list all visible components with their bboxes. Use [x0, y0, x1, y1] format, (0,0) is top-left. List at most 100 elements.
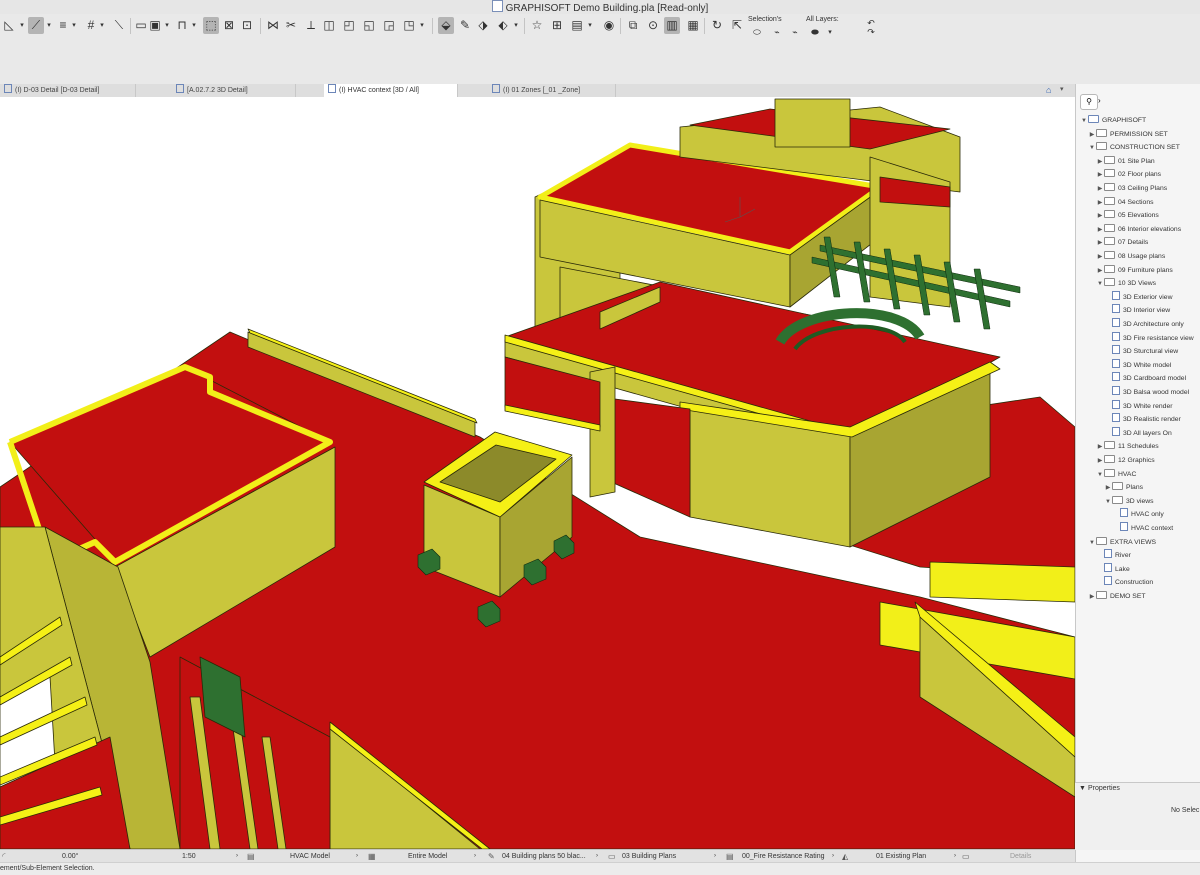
navigator-item-hvac[interactable]: ▼ HVAC [1096, 468, 1136, 481]
navigator-item-06-interior-elevations[interactable]: ▶ 06 Interior elevations [1096, 223, 1181, 236]
expand-right-icon[interactable]: ▶ [1096, 169, 1104, 182]
chevron-down-icon[interactable]: ▾ [70, 17, 78, 34]
tab-3d-detail[interactable]: [A.02.7.2 3D Detail] [172, 84, 296, 97]
chevron-down-icon[interactable]: ▾ [45, 17, 53, 34]
expand-down-icon[interactable]: ▼ [1104, 496, 1112, 509]
section-icon[interactable]: ▦ [686, 17, 700, 34]
view-map-icon[interactable]: ⊞ [550, 17, 564, 34]
guide-lines-icon[interactable]: ⟋ [28, 17, 44, 34]
favorites-icon[interactable]: ☆ [530, 17, 544, 34]
tab-01-zones[interactable]: (I) 01 Zones [_01 _Zone] [488, 84, 616, 97]
navigator-item-3d-views[interactable]: ▼ 3D views [1104, 495, 1154, 508]
navigator-item-river[interactable]: River [1096, 549, 1131, 562]
navigator-item-3d-balsa-wood-model[interactable]: 3D Balsa wood model [1104, 386, 1189, 399]
chevron-right-icon[interactable]: › [1098, 94, 1101, 108]
tab-d03-detail[interactable]: (I) D-03 Detail [D-03 Detail] [0, 84, 136, 97]
orbit-icon[interactable]: ↻ [710, 17, 724, 34]
navigator-item-construction-set[interactable]: ▼ CONSTRUCTION SET [1088, 141, 1180, 154]
project-map-icon[interactable]: ⚲ [1080, 94, 1098, 110]
expand-right-icon[interactable]: ▶ [1104, 482, 1112, 495]
expand-right-icon[interactable]: ▶ [1096, 237, 1104, 250]
navigator-item-3d-cardboard-model[interactable]: 3D Cardboard model [1104, 372, 1186, 385]
navigator-item-construction[interactable]: Construction [1096, 576, 1153, 589]
navigator-item-3d-interior-view[interactable]: 3D Interior view [1104, 304, 1170, 317]
selection-shape-icon[interactable]: ⬭ [750, 24, 764, 41]
navigator-item-hvac-context[interactable]: HVAC context [1112, 522, 1173, 535]
selection-cut-icon[interactable]: ⌁ [770, 24, 784, 41]
navigator-item-03-ceiling-plans[interactable]: ▶ 03 Ceiling Plans [1096, 182, 1167, 195]
navigator-item-10-3d-views[interactable]: ▼ 10 3D Views [1096, 277, 1156, 290]
chevron-down-icon[interactable]: ▾ [826, 24, 834, 41]
intersect-icon[interactable]: ⟂ [304, 17, 318, 34]
expand-down-icon[interactable]: ▼ [1080, 115, 1088, 128]
chevron-down-icon[interactable]: ▾ [18, 17, 26, 34]
navigator-item-graphisoft[interactable]: ▼ GRAPHISOFT [1080, 114, 1146, 127]
properties-toggle-icon[interactable]: ▼ [1079, 785, 1086, 792]
navigator-item-extra-views[interactable]: ▼ EXTRA VIEWS [1088, 536, 1156, 549]
navigator-item-hvac-only[interactable]: HVAC only [1112, 508, 1164, 521]
explore-icon[interactable]: ⇱ [730, 17, 744, 34]
fillet-icon[interactable]: ◰ [342, 17, 356, 34]
chevron-down-icon[interactable]: ▾ [190, 17, 198, 34]
ruler-icon[interactable]: ⟍ [112, 17, 126, 34]
pick-up-icon[interactable]: ✎ [458, 17, 472, 34]
chevron-down-icon[interactable]: ▾ [418, 17, 426, 34]
navigator-item-3d-realistic-render[interactable]: 3D Realistic render [1104, 413, 1181, 426]
transfer-icon[interactable]: ⬖ [496, 17, 510, 34]
grid-icon[interactable]: # [84, 17, 98, 34]
chevron-down-icon[interactable]: ▾ [1060, 85, 1064, 93]
navigator-item-lake[interactable]: Lake [1096, 562, 1130, 576]
solid-operations-icon[interactable]: ⬙ [438, 17, 454, 34]
chevron-down-icon[interactable]: ▾ [163, 17, 171, 34]
3d-model-viewport[interactable] [0, 97, 1075, 849]
expand-down-icon[interactable]: ▼ [1088, 537, 1096, 550]
navigator-item-3d-sturctural-view[interactable]: 3D Sturctural view [1104, 345, 1178, 358]
expand-right-icon[interactable]: ▶ [1096, 210, 1104, 223]
globe-icon[interactable]: ◉ [602, 17, 616, 34]
navigator-item-demo-set[interactable]: ▶ DEMO SET [1088, 590, 1146, 603]
expand-right-icon[interactable]: ▶ [1096, 251, 1104, 264]
navigator-item-02-floor-plans[interactable]: ▶ 02 Floor plans [1096, 168, 1161, 181]
layout-icon[interactable]: ⊠ [222, 17, 236, 34]
element-icon[interactable]: ▣ [148, 17, 162, 34]
expand-right-icon[interactable]: ▶ [1096, 441, 1104, 454]
snap-guides-icon[interactable]: ◺ [2, 17, 16, 34]
navigator-item-3d-all-layers-on[interactable]: 3D All layers On [1104, 426, 1172, 440]
inject-icon[interactable]: ⬗ [476, 17, 490, 34]
navigator-item-12-graphics[interactable]: ▶ 12 Graphics [1096, 454, 1155, 467]
trace-icon[interactable]: ⊡ [240, 17, 254, 34]
navigator-item-3d-architecture-only[interactable]: 3D Architecture only [1104, 318, 1184, 331]
expand-right-icon[interactable]: ▶ [1096, 183, 1104, 196]
window-icon[interactable]: ▤ [570, 17, 584, 34]
navigator-item-permission-set[interactable]: ▶ PERMISSION SET [1088, 128, 1168, 141]
navigator-item-11-schedules[interactable]: ▶ 11 Schedules [1096, 440, 1159, 453]
expand-down-icon[interactable]: ▼ [1096, 278, 1104, 291]
stretch-icon[interactable]: ◲ [382, 17, 396, 34]
tab-hvac-context[interactable]: (I) HVAC context [3D / All] [324, 84, 458, 97]
navigator-item-3d-exterior-view[interactable]: 3D Exterior view [1104, 290, 1172, 304]
view-options-icon[interactable]: ⌂ [1046, 85, 1051, 95]
copy-icon[interactable]: ⧉ [626, 17, 640, 34]
navigator-item-01-site-plan[interactable]: ▶ 01 Site Plan [1096, 155, 1155, 168]
expand-right-icon[interactable]: ▶ [1096, 224, 1104, 237]
lock-icon[interactable]: ⊓ [175, 17, 189, 34]
expand-right-icon[interactable]: ▶ [1096, 197, 1104, 210]
navigator-item-05-elevations[interactable]: ▶ 05 Elevations [1096, 209, 1159, 222]
expand-right-icon[interactable]: ▶ [1088, 129, 1096, 142]
split-icon[interactable]: ⋈ [266, 17, 280, 34]
chevron-down-icon[interactable]: ▾ [586, 17, 594, 34]
chevron-down-icon[interactable]: ▾ [512, 17, 520, 34]
camera-icon[interactable]: ⊙ [646, 17, 660, 34]
expand-down-icon[interactable]: ▼ [1088, 142, 1096, 155]
layer-icon[interactable]: ▭ [134, 17, 148, 34]
3d-window-icon[interactable]: ▥ [664, 17, 680, 34]
navigator-item-09-furniture-plans[interactable]: ▶ 09 Furniture plans [1096, 264, 1173, 277]
resize-icon[interactable]: ◳ [402, 17, 416, 34]
navigator-item-07-details[interactable]: ▶ 07 Details [1096, 236, 1148, 249]
redo-icon[interactable]: ↷ [864, 24, 878, 41]
navigator-item-08-usage-plans[interactable]: ▶ 08 Usage plans [1096, 250, 1165, 263]
chevron-down-icon[interactable]: ▾ [98, 17, 106, 34]
expand-right-icon[interactable]: ▶ [1096, 156, 1104, 169]
navigator-item-3d-white-model[interactable]: 3D White model [1104, 358, 1171, 372]
navigator-item-3d-white-render[interactable]: 3D White render [1104, 399, 1173, 413]
